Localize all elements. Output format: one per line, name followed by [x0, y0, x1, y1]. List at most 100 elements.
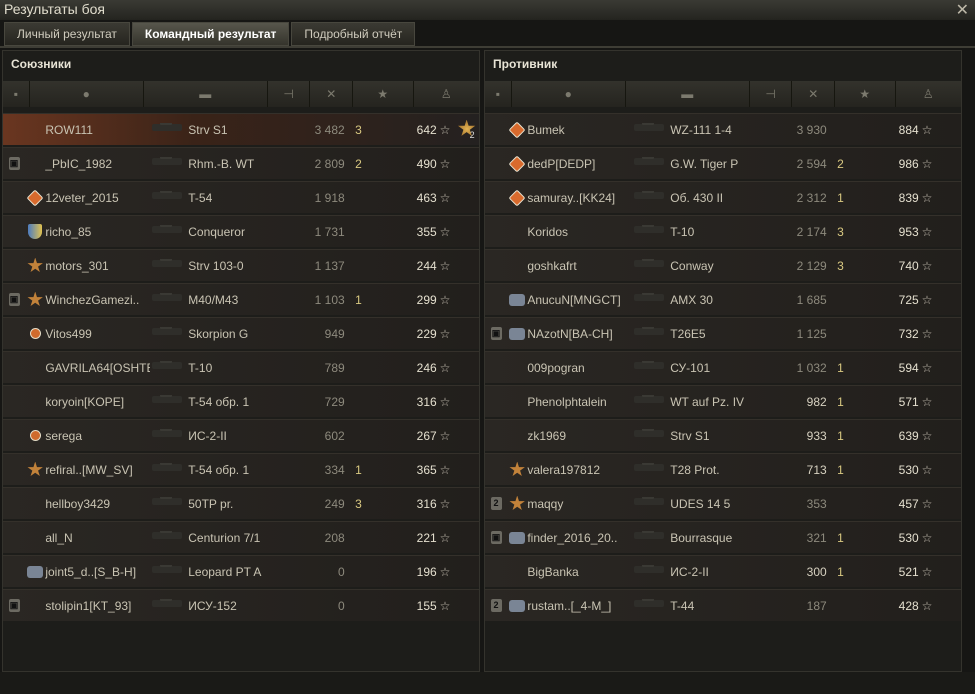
kills-col-icon[interactable]: ✕: [792, 81, 836, 107]
table-row[interactable]: 2 maqqy UDES 14 5 353 457 ☆: [485, 487, 961, 519]
player-name[interactable]: Koridos: [527, 225, 632, 239]
star-icon: ☆: [921, 258, 933, 273]
player-name[interactable]: richo_85: [45, 225, 150, 239]
kills-value: 1: [837, 190, 844, 205]
player-name[interactable]: Phenolphtalein: [527, 395, 632, 409]
table-row[interactable]: ROW111 Strv S1 3 482 3 642 ☆ 2: [3, 113, 479, 145]
xp-value: 839: [898, 190, 919, 205]
tank-icon: [632, 564, 668, 577]
tank-col-icon[interactable]: ▬: [626, 81, 750, 107]
player-name[interactable]: ROW111: [45, 123, 150, 137]
table-row[interactable]: 12veter_2015 T-54 1 918 463 ☆: [3, 181, 479, 213]
player-name[interactable]: zk1969: [527, 429, 632, 443]
player-name[interactable]: goshkafrt: [527, 259, 632, 273]
xp-value: 490: [416, 156, 437, 171]
star-icon: ☆: [439, 496, 451, 511]
kills-value: 1: [837, 530, 844, 545]
kills-col-icon[interactable]: ✕: [310, 81, 354, 107]
table-row[interactable]: motors_301 Strv 103-0 1 137 244 ☆: [3, 249, 479, 281]
platoon-col-icon[interactable]: ▪: [3, 81, 30, 107]
table-row[interactable]: Phenolphtalein WT auf Pz. IV 982 1 571 ☆: [485, 385, 961, 417]
tank-label: Bourrasque: [670, 530, 733, 545]
player-name[interactable]: BigBanka: [527, 565, 632, 579]
table-row[interactable]: Bumek WZ-111 1-4 3 930 884 ☆: [485, 113, 961, 145]
star-icon: ☆: [921, 496, 933, 511]
player-name[interactable]: serega: [45, 429, 150, 443]
table-row[interactable]: 009pogran СУ-101 1 032 1 594 ☆: [485, 351, 961, 383]
tank-icon: [150, 224, 186, 237]
xp-value: 196: [416, 564, 437, 579]
table-row[interactable]: refiral..[MW_SV] T-54 обр. 1 334 1 365 ☆: [3, 453, 479, 485]
table-row[interactable]: ▣ WinchezGamezi.. M40/M43 1 103 1 299 ☆: [3, 283, 479, 315]
table-row[interactable]: samuray..[KK24] Об. 430 II 2 312 1 839 ☆: [485, 181, 961, 213]
player-name[interactable]: AnucuN[MNGCT]: [527, 293, 632, 307]
player-name[interactable]: stolipin1[KT_93]: [45, 599, 150, 613]
table-row[interactable]: ▣ stolipin1[KT_93] ИСУ-152 0 155 ☆: [3, 589, 479, 621]
player-name[interactable]: Vitos499: [45, 327, 150, 341]
table-row[interactable]: valera197812 T28 Prot. 713 1 530 ☆: [485, 453, 961, 485]
player-name[interactable]: valera197812: [527, 463, 632, 477]
player-name[interactable]: WinchezGamezi..: [45, 293, 150, 307]
close-icon[interactable]: ✕: [956, 0, 969, 20]
table-row[interactable]: Koridos T-10 2 174 3 953 ☆: [485, 215, 961, 247]
table-row[interactable]: GAVRILA64[OSHTB] T-10 789 246 ☆: [3, 351, 479, 383]
tank-name: Skorpion G: [150, 326, 298, 341]
medal-col-icon[interactable]: ♙: [414, 81, 479, 107]
player-name[interactable]: maqqy: [527, 497, 632, 511]
table-row[interactable]: Vitos499 Skorpion G 949 229 ☆: [3, 317, 479, 349]
player-name[interactable]: dedP[DEDP]: [527, 157, 632, 171]
tank-col-icon[interactable]: ▬: [144, 81, 268, 107]
tab-personal[interactable]: Личный результат: [4, 22, 130, 46]
table-row[interactable]: richo_85 Conqueror 1 731 355 ☆: [3, 215, 479, 247]
table-row[interactable]: ▣ NAzotN[BA-CH] T26E5 1 125 732 ☆: [485, 317, 961, 349]
player-name[interactable]: GAVRILA64[OSHTB]: [45, 361, 150, 375]
player-name[interactable]: rustam..[_4-M_]: [527, 599, 632, 613]
tank-label: Leopard PT A: [188, 564, 262, 579]
player-name[interactable]: koryoin[KOPE]: [45, 395, 150, 409]
table-row[interactable]: hellboy3429 50TP pr. 249 3 316 ☆: [3, 487, 479, 519]
platoon-col-icon[interactable]: ▪: [485, 81, 512, 107]
player-name[interactable]: refiral..[MW_SV]: [45, 463, 150, 477]
player-name[interactable]: hellboy3429: [45, 497, 150, 511]
player-name[interactable]: samuray..[KK24]: [527, 191, 632, 205]
tank-icon: [150, 428, 186, 441]
table-row[interactable]: joint5_d..[S_B-H] Leopard PT A 0 196 ☆: [3, 555, 479, 587]
tab-team[interactable]: Командный результат: [131, 22, 290, 46]
table-row[interactable]: AnucuN[MNGCT] AMX 30 1 685 725 ☆: [485, 283, 961, 315]
diamond-badge-icon: [508, 189, 526, 206]
table-row[interactable]: serega ИС-2-II 602 267 ☆: [3, 419, 479, 451]
table-row[interactable]: 2 rustam..[_4-M_] T-44 187 428 ☆: [485, 589, 961, 621]
table-row[interactable]: zk1969 Strv S1 933 1 639 ☆: [485, 419, 961, 451]
player-name[interactable]: joint5_d..[S_B-H]: [45, 565, 150, 579]
tab-detailed[interactable]: Подробный отчёт: [291, 22, 416, 46]
xp-value: 365: [416, 462, 437, 477]
table-row[interactable]: ▣ finder_2016_20.. Bourrasque 321 1 530 ☆: [485, 521, 961, 553]
player-name[interactable]: finder_2016_20..: [527, 531, 632, 545]
star-icon: ☆: [439, 292, 451, 307]
kills-value: 1: [837, 360, 844, 375]
table-row[interactable]: ▣ _PbIC_1982 Rhm.-B. WT 2 809 2 490 ☆: [3, 147, 479, 179]
damage-col-icon[interactable]: ⊣: [268, 81, 311, 107]
xp-col-icon[interactable]: ★: [353, 81, 414, 107]
table-row[interactable]: dedP[DEDP] G.W. Tiger P 2 594 2 986 ☆: [485, 147, 961, 179]
damage-col-icon[interactable]: ⊣: [750, 81, 793, 107]
player-col-icon[interactable]: ●: [30, 81, 144, 107]
damage-value: 353: [806, 496, 827, 511]
player-name[interactable]: NAzotN[BA-CH]: [527, 327, 632, 341]
xp-col-icon[interactable]: ★: [835, 81, 896, 107]
star-badge-icon: [27, 291, 43, 307]
tank-icon: [150, 360, 186, 373]
player-col-icon[interactable]: ●: [512, 81, 626, 107]
player-name[interactable]: Bumek: [527, 123, 632, 137]
player-name[interactable]: 12veter_2015: [45, 191, 150, 205]
player-name[interactable]: motors_301: [45, 259, 150, 273]
table-row[interactable]: goshkafrt Conway 2 129 3 740 ☆: [485, 249, 961, 281]
platoon-cell: 2: [485, 599, 507, 612]
player-name[interactable]: all_N: [45, 531, 150, 545]
medal-col-icon[interactable]: ♙: [896, 81, 961, 107]
table-row[interactable]: all_N Centurion 7/1 208 221 ☆: [3, 521, 479, 553]
player-name[interactable]: _PbIC_1982: [45, 157, 150, 171]
player-name[interactable]: 009pogran: [527, 361, 632, 375]
table-row[interactable]: BigBanka ИС-2-II 300 1 521 ☆: [485, 555, 961, 587]
table-row[interactable]: koryoin[KOPE] T-54 обр. 1 729 316 ☆: [3, 385, 479, 417]
